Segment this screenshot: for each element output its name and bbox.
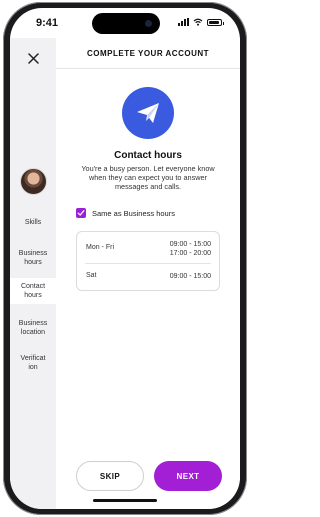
avatar[interactable] [20,168,47,195]
hours-time-line: 17:00 - 20:00 [169,250,211,257]
dynamic-island [92,13,160,34]
sidebar-item-verification[interactable]: Verificat ion [10,354,56,372]
phone-frame: 9:41 Skills Business hours Contact hours… [3,2,247,515]
sidebar: Skills Business hours Contact hours Busi… [10,38,56,509]
sidebar-item-contact-hours[interactable]: Contact hours [10,278,56,304]
screen: 9:41 Skills Business hours Contact hours… [10,8,240,509]
close-button[interactable] [23,48,43,68]
wifi-icon [193,18,203,26]
section-description: You're a busy person. Let everyone know … [81,164,215,191]
sidebar-item-business-hours[interactable]: Business hours [10,249,56,267]
sidebar-item-label: Contact hours [20,283,46,299]
check-icon [77,210,85,216]
section-title: Contact hours [114,150,182,161]
page-title: COMPLETE YOUR ACCOUNT [56,38,240,69]
status-time: 9:41 [36,17,59,29]
sidebar-item-label: Skills [24,219,42,226]
battery-icon [207,18,224,26]
hours-card[interactable]: Mon - Fri 09:00 - 15:00 17:00 - 20:00 Sa… [76,231,220,291]
main-panel: COMPLETE YOUR ACCOUNT Contact hours You'… [56,38,240,509]
sidebar-item-label: Business hours [18,250,48,266]
signal-icon [178,18,189,26]
sidebar-item-label: Verificat ion [20,355,46,371]
hours-time-range: 09:00 - 15:00 17:00 - 20:00 [170,240,211,258]
skip-button[interactable]: SKIP [76,461,144,491]
sidebar-item-label: Business location [18,320,48,336]
close-icon [27,52,39,64]
checkbox-checked[interactable] [76,208,86,218]
sidebar-item-business-location[interactable]: Business location [10,319,56,337]
hours-time-range: 09:00 - 15:00 [169,273,211,280]
status-bar: 9:41 [10,8,240,38]
camera-icon [145,20,152,27]
next-button[interactable]: NEXT [154,461,222,491]
hours-time-line: 09:00 - 15:00 [169,241,211,248]
home-indicator [93,499,157,502]
same-as-business-hours-option[interactable]: Same as Business hours [76,208,175,218]
status-icons [178,18,224,26]
divider [85,263,211,264]
hours-day: Mon - Fri [86,244,114,251]
hours-day: Sat [86,272,97,279]
checkbox-label: Same as Business hours [92,208,175,218]
sidebar-item-skills[interactable]: Skills [10,218,56,227]
hero-badge [122,87,174,139]
paper-plane-icon [137,103,159,123]
